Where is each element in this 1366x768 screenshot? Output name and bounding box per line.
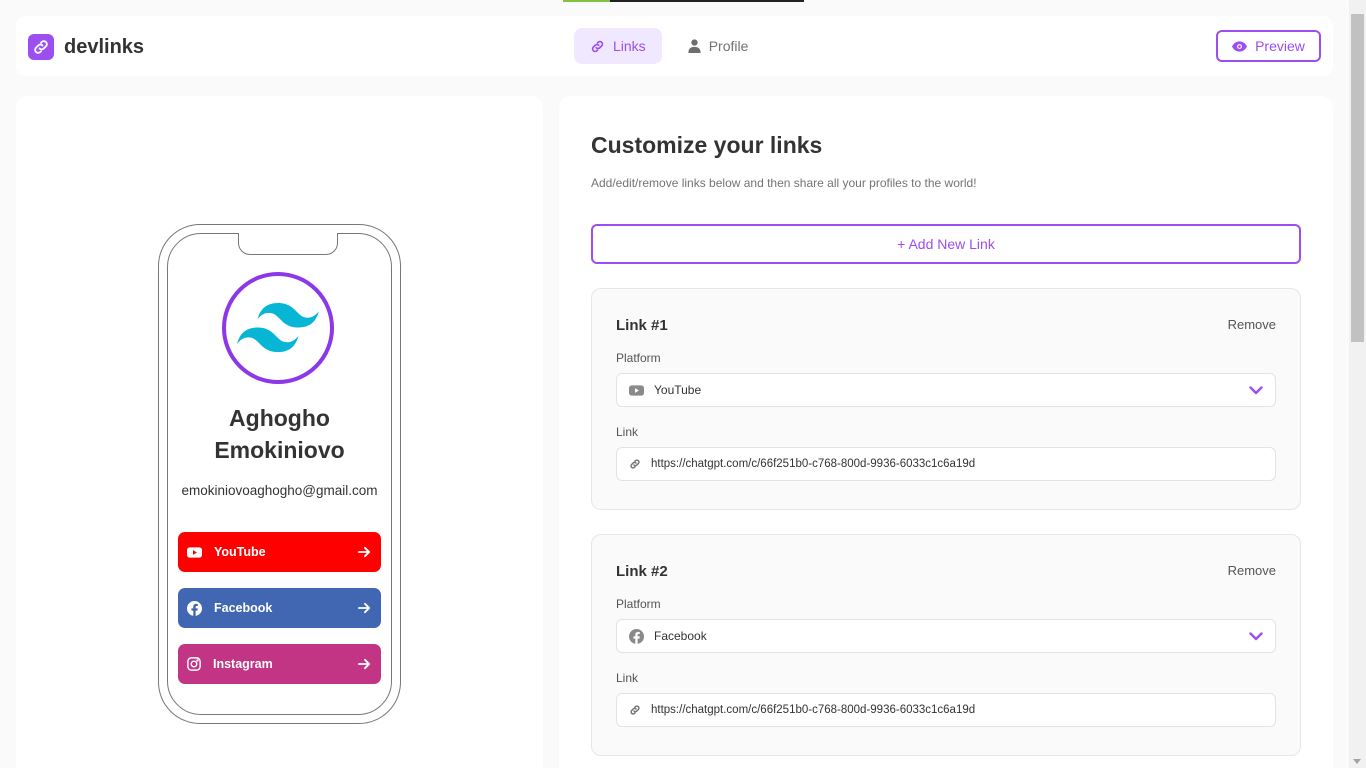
link-icon (630, 705, 640, 715)
preview-link-label: Facebook (214, 601, 273, 615)
tab-links-label: Links (613, 38, 646, 54)
links-editor-panel: Customize your links Add/edit/remove lin… (559, 96, 1333, 768)
app-header: devlinks Links Profile Preview (16, 16, 1333, 76)
youtube-icon (629, 384, 644, 396)
link-card-title: Link #2 (616, 563, 668, 580)
page-loading-bar (563, 0, 804, 2)
profile-last-name: Emokiniovo (214, 437, 345, 463)
arrow-right-icon (358, 546, 371, 558)
link-url-input[interactable] (651, 458, 1263, 470)
user-icon (688, 39, 701, 53)
platform-label: Platform (616, 351, 661, 365)
platform-select[interactable]: Facebook (616, 619, 1276, 653)
link-url-field[interactable] (616, 447, 1276, 481)
platform-select[interactable]: YouTube (616, 373, 1276, 407)
chevron-down-icon (1249, 631, 1263, 640)
instagram-icon (187, 657, 201, 671)
link-logo-icon (28, 34, 54, 60)
link-card: Link #1 Remove Platform YouTube Link (591, 288, 1301, 510)
arrow-right-icon (358, 602, 371, 614)
tab-links[interactable]: Links (574, 28, 662, 64)
profile-name: Aghogho Emokiniovo (158, 402, 401, 466)
profile-first-name: Aghogho (229, 405, 330, 431)
avatar (222, 272, 334, 384)
preview-link-label: Instagram (213, 657, 273, 671)
platform-select-value: YouTube (654, 383, 702, 397)
app-name: devlinks (64, 35, 145, 58)
platform-select-value: Facebook (654, 629, 707, 643)
tab-profile[interactable]: Profile (672, 28, 765, 64)
link-url-field[interactable] (616, 693, 1276, 727)
facebook-icon (629, 628, 644, 644)
link-card-title: Link #1 (616, 317, 668, 334)
phone-preview-panel: Aghogho Emokiniovo emokiniovoaghogho@gma… (16, 96, 543, 768)
profile-email: emokiniovoaghogho@gmail.com (181, 483, 378, 498)
preview-link-facebook[interactable]: Facebook (178, 588, 381, 628)
tab-profile-label: Profile (708, 38, 749, 54)
youtube-icon (187, 546, 202, 558)
eye-icon (1232, 40, 1248, 52)
scroll-down-arrow[interactable] (1353, 759, 1361, 764)
phone-notch (238, 233, 338, 255)
preview-link-label: YouTube (214, 545, 266, 559)
facebook-icon (187, 600, 202, 616)
link-label: Link (616, 425, 639, 439)
remove-link-button[interactable]: Remove (1228, 563, 1276, 578)
link-card: Link #2 Remove Platform Facebook Link (591, 534, 1301, 756)
app-logo[interactable]: devlinks (28, 34, 144, 60)
add-new-link-button[interactable]: + Add New Link (591, 224, 1301, 264)
tailwind-logo-icon (237, 303, 319, 353)
page-scrollbar[interactable] (1349, 0, 1366, 768)
preview-link-instagram[interactable]: Instagram (178, 644, 381, 684)
link-url-input[interactable] (651, 704, 1263, 716)
preview-button[interactable]: Preview (1216, 30, 1321, 62)
page-subtitle: Add/edit/remove links below and then sha… (591, 176, 977, 190)
chevron-down-icon (1249, 385, 1263, 394)
platform-label: Platform (616, 597, 661, 611)
scrollbar-thumb[interactable] (1351, 14, 1364, 342)
page-title: Customize your links (591, 132, 823, 158)
preview-label: Preview (1255, 38, 1305, 54)
arrow-right-icon (358, 658, 371, 670)
link-icon (591, 40, 604, 52)
link-label: Link (616, 671, 639, 685)
preview-link-youtube[interactable]: YouTube (178, 532, 381, 572)
link-icon (630, 459, 640, 469)
main-nav: Links Profile (574, 28, 764, 64)
remove-link-button[interactable]: Remove (1228, 317, 1276, 332)
